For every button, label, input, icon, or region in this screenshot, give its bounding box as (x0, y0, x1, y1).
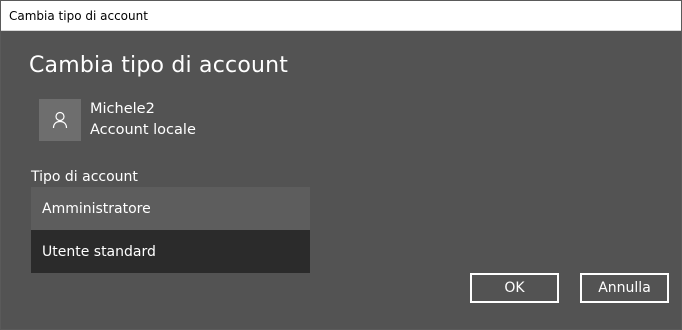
title-bar[interactable]: Cambia tipo di account (1, 1, 681, 31)
user-name: Michele2 (90, 101, 155, 117)
user-text: Michele2 Account locale (90, 99, 196, 141)
ok-button[interactable]: OK (470, 273, 559, 303)
option-standard-user[interactable]: Utente standard (31, 230, 310, 273)
dialog-content: Cambia tipo di account Michele2 Account … (1, 31, 681, 330)
account-type-dropdown[interactable]: Amministratore Utente standard (31, 187, 310, 273)
account-kind: Account locale (90, 122, 196, 138)
dialog-window: Cambia tipo di account Cambia tipo di ac… (0, 0, 682, 330)
cancel-button[interactable]: Annulla (580, 273, 669, 303)
window-title: Cambia tipo di account (9, 8, 148, 23)
option-administrator[interactable]: Amministratore (31, 187, 310, 230)
dialog-heading: Cambia tipo di account (29, 53, 289, 78)
user-info: Michele2 Account locale (39, 99, 196, 141)
avatar (39, 99, 81, 141)
account-type-label: Tipo di account (31, 169, 138, 185)
person-icon (52, 111, 68, 129)
